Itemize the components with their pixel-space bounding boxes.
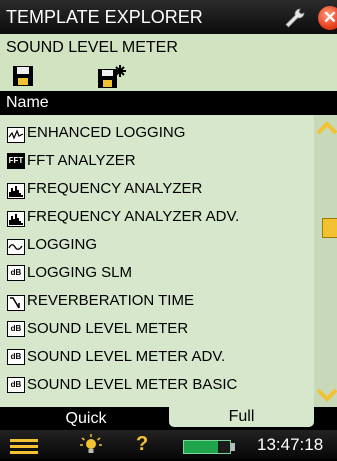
- enhanced-logging-icon: [7, 125, 25, 143]
- list-item[interactable]: FFT FFT ANALYZER: [0, 147, 314, 175]
- column-header-name[interactable]: Name: [0, 91, 337, 115]
- list-item[interactable]: LOGGING: [0, 231, 314, 259]
- list-item-label: FREQUENCY ANALYZER ADV.: [27, 208, 240, 225]
- db-icon: dB: [7, 349, 25, 365]
- logging-slm-icon: dB: [7, 265, 25, 281]
- tab-full[interactable]: Full: [168, 407, 315, 428]
- scroll-up-icon[interactable]: [314, 118, 337, 140]
- column-header-label: Name: [6, 94, 49, 111]
- list-item[interactable]: dB SOUND LEVEL METER: [0, 315, 314, 343]
- close-icon[interactable]: ✕: [318, 6, 337, 30]
- list-item[interactable]: dB SOUND LEVEL METER ADV.: [0, 343, 314, 371]
- scroll-thumb[interactable]: [322, 218, 337, 238]
- frequency-bars-icon: [7, 209, 25, 227]
- list-item-label: LOGGING SLM: [27, 264, 133, 281]
- lightbulb-icon[interactable]: [80, 434, 102, 456]
- list-item-label: SOUND LEVEL METER: [27, 320, 189, 337]
- list-scrollbar[interactable]: [314, 115, 337, 407]
- list-item[interactable]: dB SOUND LEVEL METER BASIC: [0, 371, 314, 399]
- help-icon[interactable]: ?: [136, 432, 152, 456]
- title-bar: TEMPLATE EXPLORER ✕: [0, 0, 337, 34]
- frequency-bars-icon: [7, 181, 25, 199]
- fft-icon: FFT: [7, 153, 25, 169]
- view-tabs: Quick Full: [0, 407, 337, 430]
- scroll-down-icon[interactable]: [314, 383, 337, 405]
- db-icon: dB: [7, 377, 25, 393]
- battery-icon: [183, 440, 235, 454]
- list-item-label: ENHANCED LOGGING: [27, 124, 186, 141]
- window-title: TEMPLATE EXPLORER: [6, 7, 203, 27]
- list-item[interactable]: FREQUENCY ANALYZER ADV.: [0, 203, 314, 231]
- list-item-label: LOGGING: [27, 236, 98, 253]
- list-item-label: SOUND LEVEL METER BASIC: [27, 376, 238, 393]
- list-item-label: FREQUENCY ANALYZER: [27, 180, 203, 197]
- tab-quick[interactable]: Quick: [36, 408, 136, 429]
- save-as-icon[interactable]: [97, 64, 127, 90]
- list-item-label: SOUND LEVEL METER ADV.: [27, 348, 226, 365]
- save-icon[interactable]: [11, 64, 35, 88]
- logging-wave-icon: [7, 237, 25, 255]
- toolbar: [0, 62, 337, 91]
- list-item[interactable]: ENHANCED LOGGING: [0, 119, 314, 147]
- reverberation-icon: [7, 293, 25, 311]
- menu-icon[interactable]: [10, 439, 38, 455]
- current-template-bar: SOUND LEVEL METER: [0, 34, 337, 62]
- clock: 13:47:18: [257, 435, 324, 454]
- status-bar: ? 13:47:18: [0, 430, 337, 459]
- template-list: ENHANCED LOGGING FFT FFT ANALYZER FREQUE…: [0, 115, 314, 407]
- list-item[interactable]: FREQUENCY ANALYZER: [0, 175, 314, 203]
- list-item[interactable]: REVERBERATION TIME: [0, 287, 314, 315]
- db-icon: dB: [7, 321, 25, 337]
- list-item-label: FFT ANALYZER: [27, 152, 136, 169]
- wrench-icon[interactable]: [283, 6, 307, 30]
- list-item-label: REVERBERATION TIME: [27, 292, 194, 309]
- current-template: SOUND LEVEL METER: [6, 39, 178, 56]
- list-item[interactable]: dB LOGGING SLM: [0, 259, 314, 287]
